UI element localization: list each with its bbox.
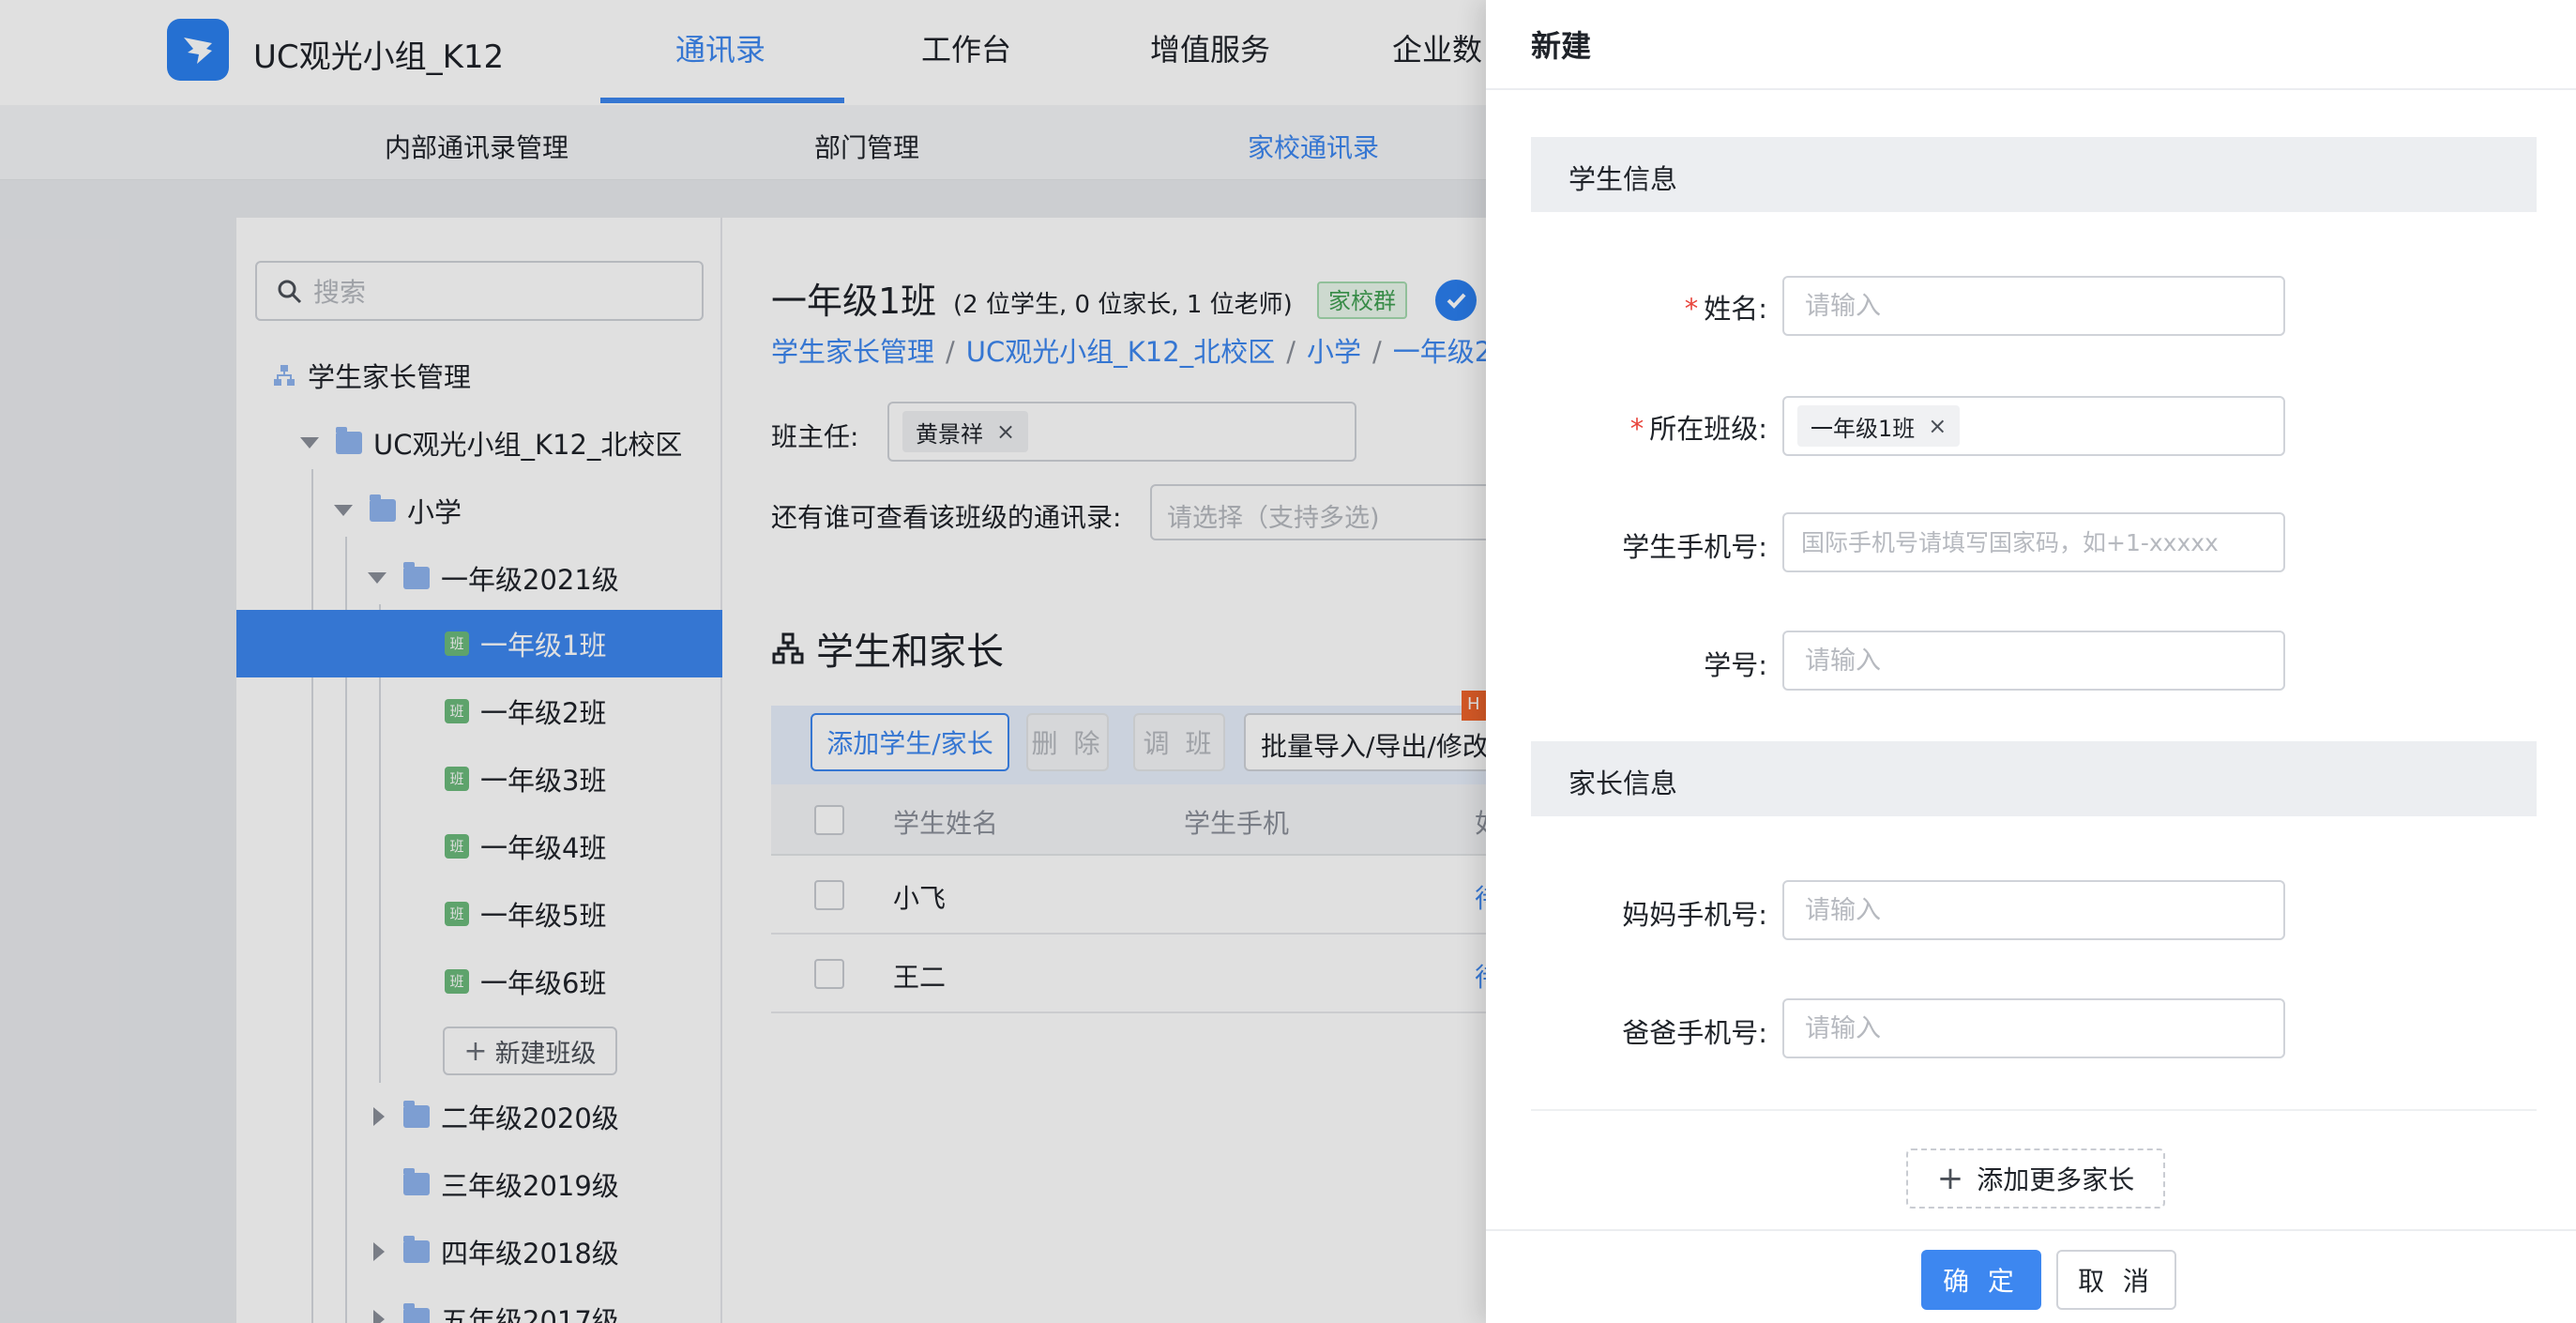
student-phone-input[interactable] xyxy=(1782,512,2285,572)
student-id-input[interactable] xyxy=(1782,631,2285,691)
plus-icon: + xyxy=(1936,1160,1964,1197)
parent-info-section-header: 家长信息 xyxy=(1531,741,2537,816)
close-icon[interactable]: × xyxy=(1928,413,1947,439)
dad-phone-input[interactable] xyxy=(1782,998,2285,1058)
add-more-parents-button[interactable]: + 添加更多家长 xyxy=(1906,1148,2165,1209)
divider xyxy=(1486,88,2576,90)
confirm-button[interactable]: 确 定 xyxy=(1921,1250,2041,1310)
cancel-button[interactable]: 取 消 xyxy=(2056,1250,2176,1310)
student-info-section-header: 学生信息 xyxy=(1531,137,2537,212)
name-input[interactable] xyxy=(1782,276,2285,336)
student-id-label: 学号: xyxy=(1704,649,1767,681)
student-phone-label: 学生手机号: xyxy=(1622,531,1767,563)
modal-overlay[interactable] xyxy=(0,0,1486,1323)
section-label: 学生信息 xyxy=(1568,163,1678,195)
class-tag: 一年级1班 × xyxy=(1797,405,1961,447)
name-label: * 姓名: xyxy=(1684,293,1767,325)
divider xyxy=(1531,1109,2537,1111)
class-label: * 所在班级: xyxy=(1629,413,1767,445)
class-select[interactable]: 一年级1班 × xyxy=(1782,396,2285,456)
mom-phone-label: 妈妈手机号: xyxy=(1622,899,1767,931)
new-student-drawer: 新建 学生信息 *姓名: *所在班级: 一年级1班 × 学生手机号: 学号: 家… xyxy=(1486,0,2576,1323)
add-parent-label: 添加更多家长 xyxy=(1977,1164,2135,1195)
mom-phone-input[interactable] xyxy=(1782,880,2285,940)
drawer-title: 新建 xyxy=(1531,28,1592,64)
dad-phone-label: 爸爸手机号: xyxy=(1622,1017,1767,1049)
tag-label: 一年级1班 xyxy=(1811,415,1916,442)
section-label: 家长信息 xyxy=(1568,768,1678,799)
